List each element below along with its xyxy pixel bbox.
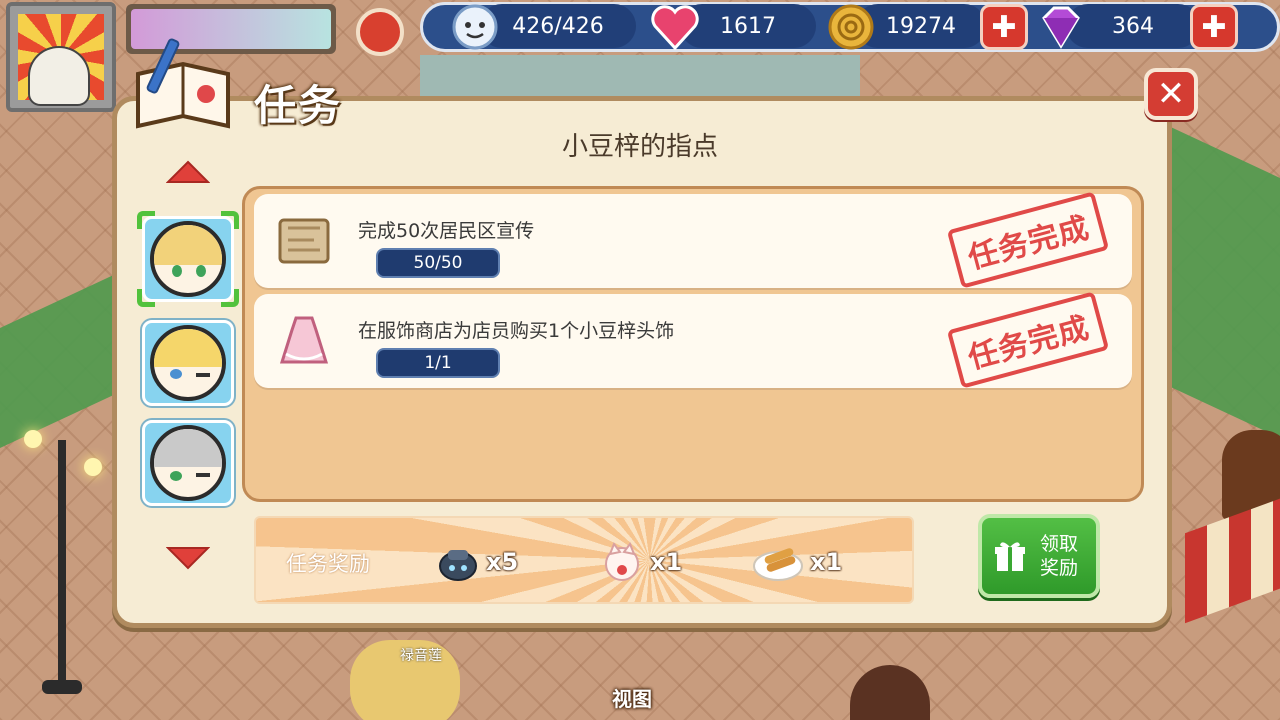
stamina-counter: 426/426 bbox=[480, 4, 636, 48]
plus-icon: ✚ bbox=[991, 9, 1017, 45]
reward-item: x1 bbox=[752, 536, 842, 588]
task-description: 在服饰商店为店员购买1个小豆梓头饰 bbox=[358, 320, 675, 342]
scroll-down-arrow-icon[interactable] bbox=[165, 544, 211, 570]
selection-corner bbox=[221, 211, 239, 229]
add-gems-button[interactable]: ✚ bbox=[1190, 4, 1238, 50]
coin-icon bbox=[824, 0, 878, 54]
scroll-up-arrow-icon[interactable] bbox=[165, 160, 211, 186]
quest-heading: 任务 bbox=[254, 81, 343, 130]
character-slot-3[interactable] bbox=[142, 420, 234, 506]
scene-grass-left bbox=[0, 272, 120, 448]
task-progress-value: 50/50 bbox=[413, 253, 463, 273]
reward-label: 任务奖励 bbox=[286, 552, 370, 576]
robot-pot-icon bbox=[439, 550, 477, 581]
selection-corner bbox=[137, 211, 155, 229]
gem-icon bbox=[1034, 0, 1088, 54]
street-lamp-base bbox=[42, 680, 82, 694]
dialog-title: 小豆梓的指点 bbox=[561, 132, 718, 162]
quest-book-icon bbox=[128, 34, 238, 134]
silver-hair-girl-portrait-icon bbox=[150, 425, 226, 501]
gems-value: 364 bbox=[1112, 13, 1154, 39]
plus-icon: ✚ bbox=[1201, 9, 1227, 45]
add-coins-button[interactable]: ✚ bbox=[980, 4, 1028, 50]
selection-corner bbox=[137, 289, 155, 307]
scene-grass-right bbox=[1160, 122, 1280, 438]
heart-icon bbox=[648, 0, 702, 54]
task-card: 完成50次居民区宣传 50/50 任务完成 bbox=[254, 191, 1132, 289]
dress-icon bbox=[274, 314, 334, 368]
street-lamp bbox=[58, 440, 66, 690]
npc-name: 禄音莲 bbox=[400, 648, 442, 664]
lamp-light bbox=[84, 458, 102, 476]
lucky-cat-icon bbox=[605, 541, 639, 581]
task-progress-value: 1/1 bbox=[424, 353, 452, 373]
hearts-value: 1617 bbox=[720, 13, 776, 39]
reward-quantity: x1 bbox=[650, 548, 683, 576]
shop-awning bbox=[1185, 496, 1280, 624]
task-complete-stamp: 任务完成 bbox=[946, 191, 1110, 289]
claim-button-line1: 领取 bbox=[1040, 533, 1079, 555]
blonde-bow-girl-portrait-icon bbox=[150, 325, 226, 401]
close-button[interactable]: ✕ bbox=[1144, 68, 1198, 120]
player-character[interactable] bbox=[850, 665, 930, 720]
blonde-girl-portrait-icon bbox=[150, 221, 226, 297]
stopwatch-icon[interactable] bbox=[356, 8, 404, 56]
player-avatar[interactable] bbox=[6, 2, 116, 112]
claim-button-line2: 奖励 bbox=[1040, 557, 1079, 579]
reward-item: x1 bbox=[600, 536, 682, 588]
claim-button-label: 领取 奖励 bbox=[1040, 532, 1078, 580]
gift-icon bbox=[995, 542, 1025, 571]
scene-roof bbox=[420, 55, 860, 100]
map-scroll-icon bbox=[274, 214, 334, 268]
stamina-face-icon bbox=[448, 0, 502, 54]
reward-bar: 任务奖励 x5 x1 x1 bbox=[254, 516, 914, 604]
reward-quantity: x1 bbox=[810, 548, 843, 576]
selection-corner bbox=[221, 289, 239, 307]
character-slot-2[interactable] bbox=[142, 320, 234, 406]
claim-reward-button[interactable]: 领取 奖励 bbox=[978, 514, 1100, 598]
task-card: 在服饰商店为店员购买1个小豆梓头饰 1/1 任务完成 bbox=[254, 291, 1132, 389]
fried-shrimp-icon bbox=[753, 548, 803, 581]
avatar-mascot-icon bbox=[28, 46, 90, 106]
task-complete-stamp: 任务完成 bbox=[946, 291, 1110, 389]
lamp-light bbox=[24, 430, 42, 448]
task-description: 完成50次居民区宣传 bbox=[358, 220, 535, 242]
task-progress: 1/1 bbox=[376, 348, 500, 378]
coins-value: 19274 bbox=[886, 13, 956, 39]
stamina-value: 426/426 bbox=[512, 13, 604, 39]
reward-quantity: x5 bbox=[486, 548, 519, 576]
close-icon: ✕ bbox=[1156, 74, 1186, 114]
task-progress: 50/50 bbox=[376, 248, 500, 278]
reward-item: x5 bbox=[436, 536, 518, 588]
view-button[interactable]: 视图 bbox=[612, 683, 652, 712]
